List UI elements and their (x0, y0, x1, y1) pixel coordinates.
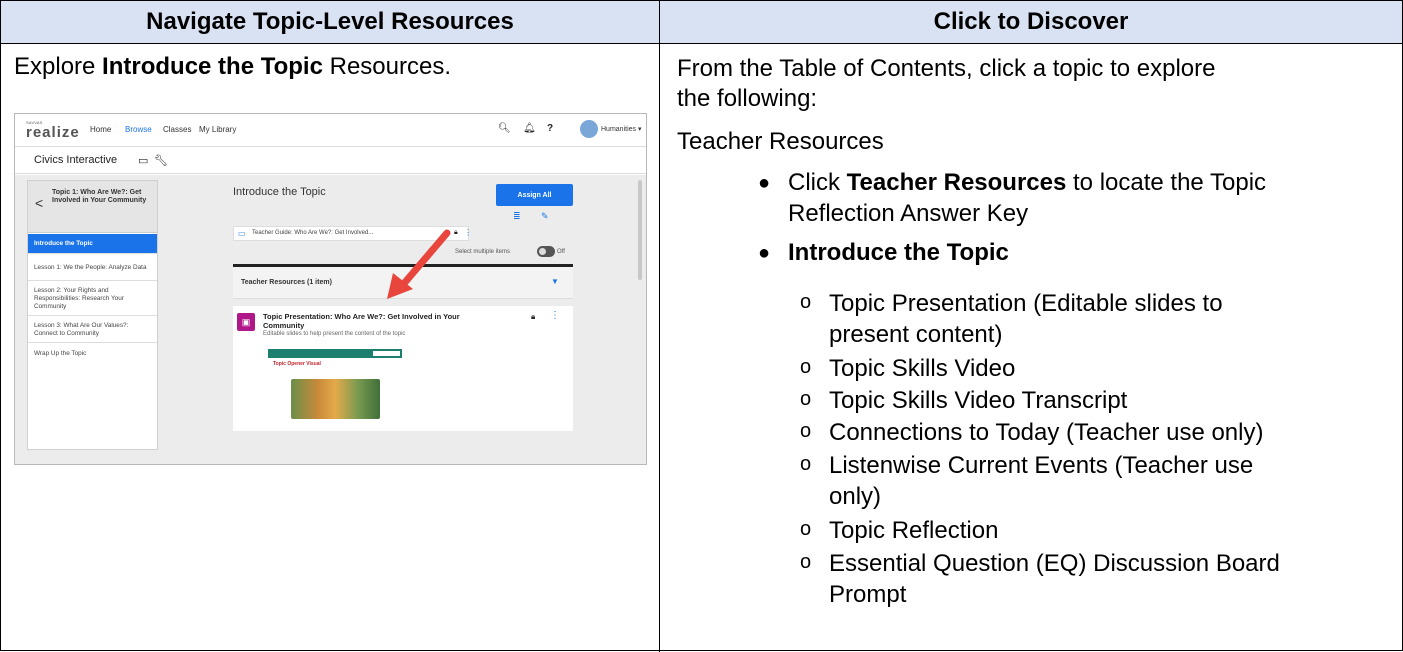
sidebar-topic-title: Topic 1: Who Are We?: Get Involved in Yo… (52, 189, 147, 204)
teacher-resources-heading: Teacher Resources (677, 128, 884, 155)
card-title[interactable]: Topic Presentation: Who Are We?: Get Inv… (263, 312, 503, 330)
content-area: < Topic 1: Who Are We?: Get Involved in … (15, 175, 646, 464)
left-cell: Explore Introduce the Topic Resources. S… (1, 45, 659, 652)
sidebar-item-lesson-3[interactable]: Lesson 3: What Are Our Values?: Connect … (28, 317, 157, 343)
thumbnail-title: Topic Opener Visual (273, 361, 321, 367)
bullet-marker: ● (758, 242, 771, 264)
sidebar-item-lesson-2[interactable]: Lesson 2: Your Rights and Responsibiliti… (28, 282, 157, 316)
panel-heading: Introduce the Topic (233, 186, 326, 198)
nav-my-library[interactable]: My Library (199, 125, 236, 134)
user-menu[interactable]: Humanities ▾ (601, 125, 641, 133)
right-cell: From the Table of Contents, click a topi… (660, 45, 1402, 652)
sidebar-header: < Topic 1: Who Are We?: Get Involved in … (28, 181, 157, 233)
assign-all-button[interactable]: Assign All (496, 184, 573, 206)
main-panel: Introduce the Topic Assign All ≣ ✎ ▭ Tea… (233, 180, 623, 450)
sub-item-topic-presentation: Topic Presentation (Editable slides to (829, 290, 1223, 317)
edit-icon[interactable]: ✎ (541, 211, 549, 222)
select-multiple-toggle[interactable] (537, 246, 555, 257)
sub-marker: o (800, 388, 812, 410)
sub-marker: o (800, 551, 812, 573)
help-icon[interactable]: ? (547, 123, 553, 134)
thumbnail-image (291, 379, 380, 419)
sidebar-item-lesson-1[interactable]: Lesson 1: We the People: Analyze Data (28, 255, 157, 281)
sub-marker: o (800, 518, 812, 540)
header-click-to-discover: Click to Discover (933, 8, 1129, 35)
toggle-state: Off (557, 249, 565, 255)
sub-item-topic-presentation-line-2: present content) (829, 321, 1003, 348)
sub-marker: o (800, 356, 812, 378)
header-navigate-resources: Navigate Topic-Level Resources (146, 8, 514, 35)
bullet1-suffix: to locate the Topic (1066, 169, 1267, 196)
scrollbar[interactable] (638, 180, 642, 280)
nav-classes[interactable]: Classes (163, 125, 191, 134)
avatar[interactable] (580, 120, 598, 138)
toc-sidebar: < Topic 1: Who Are We?: Get Involved in … (27, 180, 158, 450)
sub-item-topic-reflection: Topic Reflection (829, 517, 999, 544)
bullet-marker: ● (758, 172, 771, 194)
bullet1-prefix: Click (788, 169, 847, 196)
top-navigation-bar: SAVVAS realize Home Browse Classes My Li… (15, 114, 646, 146)
lock-icon: 🔒︎ (531, 312, 536, 321)
instruction-table: Navigate Topic-Level Resources Click to … (0, 0, 1403, 652)
table-header-row: Navigate Topic-Level Resources Click to … (1, 1, 1402, 44)
bullet1-line-2: Reflection Answer Key (788, 200, 1029, 227)
sub-item-skills-transcript: Topic Skills Video Transcript (829, 387, 1128, 414)
explore-prefix: Explore (14, 53, 103, 80)
resource-card[interactable]: ▣ Topic Presentation: Who Are We?: Get I… (233, 306, 573, 431)
toc-instruction-line-2: the following: (677, 85, 818, 112)
explore-instruction: Explore Introduce the Topic Resources. (14, 53, 451, 81)
thumbnail-banner (268, 349, 402, 358)
sidebar-item-introduce-topic[interactable]: Introduce the Topic (28, 234, 157, 254)
search-icon[interactable]: 🔍︎ (498, 123, 511, 134)
sub-marker: o (800, 291, 812, 313)
bullet-introduce-topic: Introduce the Topic (788, 239, 1009, 266)
nav-home[interactable]: Home (90, 125, 111, 134)
bullet-teacher-resources: Click Teacher Resources to locate the To… (788, 169, 1266, 197)
callout-arrow (387, 229, 451, 299)
wrench-icon[interactable]: 🔧︎ (154, 154, 168, 167)
sub-item-listenwise: Listenwise Current Events (Teacher use (829, 452, 1254, 479)
filter-icon[interactable]: ≣ (513, 211, 521, 222)
realize-screenshot: SAVVAS realize Home Browse Classes My Li… (14, 113, 647, 465)
course-subheader: Civics Interactive ▭ 🔧︎ (15, 146, 646, 174)
card-description: Editable slides to help present the cont… (263, 331, 406, 337)
sub-item-skills-video: Topic Skills Video (829, 355, 1016, 382)
bell-icon[interactable]: 🔔︎ (523, 123, 536, 134)
chevron-left-icon[interactable]: < (35, 195, 43, 211)
teacher-resources-label: Teacher Resources (1 item) (241, 279, 332, 286)
more-options-icon[interactable]: ⋮ (550, 310, 560, 321)
sub-item-eq-discussion-line-2: Prompt (829, 581, 907, 608)
toc-instruction-line-1: From the Table of Contents, click a topi… (677, 55, 1216, 82)
sub-item-eq-discussion: Essential Question (EQ) Discussion Board (829, 550, 1280, 577)
sidebar-item-wrap-up[interactable]: Wrap Up the Topic (28, 344, 157, 364)
bullet1-bold: Teacher Resources (846, 169, 1067, 196)
book-icon: ▭ (238, 229, 246, 238)
course-title: Civics Interactive (34, 154, 118, 166)
caret-down-icon[interactable]: ▼ (551, 277, 559, 286)
realize-logo[interactable]: realize (26, 124, 80, 141)
explore-suffix: Resources. (322, 53, 451, 80)
more-options-icon[interactable]: ⋮ (464, 228, 472, 237)
nav-browse[interactable]: Browse (125, 125, 152, 134)
sub-item-listenwise-line-2: only) (829, 483, 882, 510)
teacher-guide-link[interactable]: Teacher Guide: Who Are We?: Get Involved… (252, 230, 373, 236)
thumbnail-chip (373, 351, 400, 356)
presentation-icon: ▣ (237, 313, 255, 331)
sub-marker: o (800, 453, 812, 475)
explore-bold: Introduce the Topic (102, 53, 323, 80)
sub-marker: o (800, 420, 812, 442)
book-icon[interactable]: ▭ (138, 154, 148, 167)
sub-item-connections-today: Connections to Today (Teacher use only) (829, 419, 1264, 446)
select-multiple-label: Select multiple items (455, 249, 511, 255)
